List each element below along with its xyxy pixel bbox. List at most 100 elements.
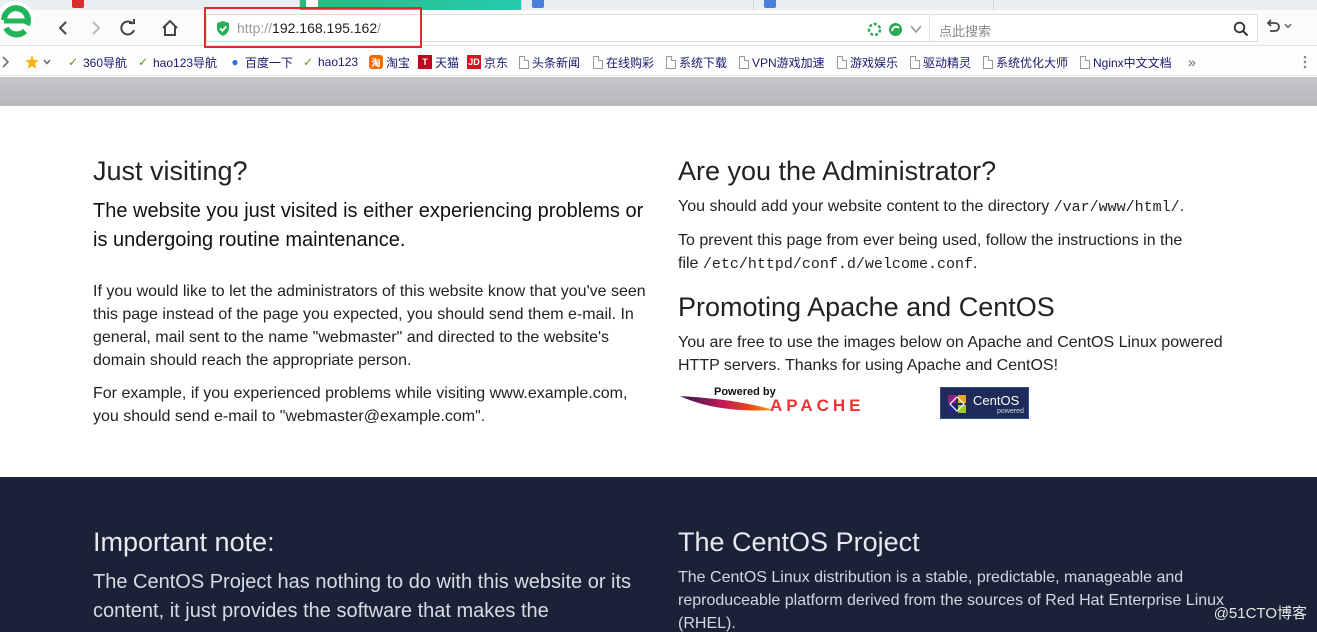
chevron-right-icon xyxy=(2,56,10,68)
bookmark-360-nav[interactable]: ✓ 360导航 xyxy=(66,54,127,70)
tab-favicon-icon xyxy=(532,0,544,8)
bookmark-label: hao123 xyxy=(318,55,359,69)
back-button[interactable] xyxy=(50,15,76,41)
tab-3[interactable] xyxy=(522,0,754,10)
document-icon xyxy=(593,55,603,69)
chevron-down-icon xyxy=(43,59,51,65)
page-footer: Important note: The CentOS Project has n… xyxy=(0,477,1317,632)
apache-word: APACHE xyxy=(770,396,865,415)
visiting-heading: Just visiting? xyxy=(93,156,248,186)
back-arrow-icon xyxy=(58,21,67,35)
forward-button[interactable] xyxy=(83,15,109,41)
favorites-star-button[interactable] xyxy=(24,54,51,70)
speed-mode-icon[interactable] xyxy=(888,22,903,37)
important-note-lead: The CentOS Project has nothing to do wit… xyxy=(93,571,632,622)
address-dropdown-icon[interactable] xyxy=(909,22,923,36)
bookmark-label: 系统优化大师 xyxy=(996,55,1069,70)
bookmark-label: VPN游戏加速 xyxy=(752,55,825,70)
html-directory-path: /var/www/html/ xyxy=(1053,199,1180,216)
tab-1[interactable] xyxy=(60,0,300,10)
visiting-paragraph-1: If you would like to let the administrat… xyxy=(93,283,646,369)
bookmark-lottery[interactable]: 在线购彩 xyxy=(593,54,654,70)
hao-leaf-icon: ✓ xyxy=(302,55,314,69)
bookmark-hao123[interactable]: ✓ hao123 xyxy=(301,54,358,70)
important-note-heading: Important note: xyxy=(93,527,275,557)
centos-powered-text: powered xyxy=(997,408,1024,415)
centos-word: CentOS xyxy=(973,393,1020,408)
url-path: / xyxy=(377,20,382,36)
powered-by-text: Powered by xyxy=(714,386,776,398)
bookmarks-toggle[interactable] xyxy=(2,54,10,70)
document-icon xyxy=(739,55,749,69)
search-icon[interactable] xyxy=(1233,21,1249,37)
more-vertical-icon xyxy=(1303,55,1307,69)
bookmark-optimizer[interactable]: 系统优化大师 xyxy=(983,54,1068,70)
admin-p2-end: . xyxy=(972,255,978,272)
bookmark-toutiao[interactable]: 头条新闻 xyxy=(519,54,580,70)
bookmark-hao123-nav[interactable]: ✓ hao123导航 xyxy=(136,54,217,70)
search-box[interactable]: 点此搜索 xyxy=(930,14,1258,42)
admin-section: Are you the Administrator? You should ad… xyxy=(678,156,1238,422)
bookmark-tmall[interactable]: T 天猫 xyxy=(418,54,459,70)
tab-favicon-icon xyxy=(72,0,84,8)
bookmark-taobao[interactable]: 淘淘宝 xyxy=(369,54,410,70)
welcome-conf-path: /etc/httpd/conf.d/welcome.conf xyxy=(702,256,973,273)
admin-p1-text: You should add your website content to t… xyxy=(678,198,1054,215)
browser-toolbar: http://192.168.195.162/ 点此搜索 xyxy=(0,10,1317,46)
document-icon xyxy=(983,55,993,69)
document-icon xyxy=(837,55,847,69)
undo-close-tab-button[interactable] xyxy=(1264,18,1292,34)
visiting-section: Just visiting? The website you just visi… xyxy=(93,156,653,428)
admin-paragraph-2: To prevent this page from ever being use… xyxy=(678,229,1198,276)
bookmark-label: 驱动精灵 xyxy=(923,55,972,70)
document-icon xyxy=(1080,55,1090,69)
search-placeholder: 点此搜索 xyxy=(939,24,992,39)
bookmark-jd[interactable]: JD 京东 xyxy=(467,54,508,70)
tab-favicon-icon xyxy=(764,0,776,8)
centos-project-paragraph: The CentOS Linux distribution is a stabl… xyxy=(678,569,1225,632)
bookmark-games[interactable]: 游戏娱乐 xyxy=(837,54,898,70)
reload-button[interactable] xyxy=(115,15,141,41)
bookmark-baidu[interactable]: ● 百度一下 xyxy=(228,54,293,70)
url-scheme: http:// xyxy=(237,20,273,36)
bookmark-vpn[interactable]: VPN游戏加速 xyxy=(739,54,825,70)
tab-active[interactable] xyxy=(300,0,522,10)
hao-leaf-icon: ✓ xyxy=(137,55,149,69)
baidu-paw-icon: ● xyxy=(231,55,239,69)
bookmark-label: 系统下载 xyxy=(679,55,728,70)
tab-favicon-icon xyxy=(306,0,318,8)
bookmark-label: 游戏娱乐 xyxy=(850,55,899,70)
address-bar[interactable]: http://192.168.195.162/ xyxy=(206,14,930,42)
powered-by-apache-badge[interactable]: Powered by APACHE xyxy=(678,386,930,418)
tmall-icon: T xyxy=(418,55,432,69)
url-text[interactable]: http://192.168.195.162/ xyxy=(237,20,381,36)
important-note-section: Important note: The CentOS Project has n… xyxy=(93,527,653,626)
chevron-down-icon xyxy=(1284,23,1292,29)
bookmarks-menu-button[interactable] xyxy=(1303,54,1307,70)
tab-4[interactable] xyxy=(754,0,994,10)
url-host: 192.168.195.162 xyxy=(272,20,378,36)
bookmarks-overflow-button[interactable]: » xyxy=(1188,54,1196,70)
page-content: Just visiting? The website you just visi… xyxy=(0,106,1317,477)
bookmark-label: 头条新闻 xyxy=(532,55,581,70)
centos-project-section: The CentOS Project The CentOS Linux dist… xyxy=(678,527,1238,632)
bookmark-label: 在线购彩 xyxy=(606,55,655,70)
page-banner xyxy=(0,77,1317,106)
bookmark-label: 京东 xyxy=(484,55,509,70)
address-actions xyxy=(867,19,923,39)
bookmark-system-download[interactable]: 系统下载 xyxy=(666,54,727,70)
admin-p1-end: . xyxy=(1179,198,1185,215)
security-shield-icon xyxy=(217,21,229,36)
browser-logo-icon[interactable] xyxy=(0,0,40,46)
bookmark-label: 360导航 xyxy=(83,55,128,70)
bookmarks-bar: ✓ 360导航 ✓ hao123导航 ● 百度一下 ✓ hao123 淘淘宝 T 天猫 J… xyxy=(0,47,1317,76)
bookmark-driver[interactable]: 驱动精灵 xyxy=(910,54,971,70)
bookmark-nginx-docs[interactable]: Nginx中文文档 xyxy=(1080,54,1172,70)
promoting-paragraph: You are free to use the images below on … xyxy=(678,334,1223,374)
document-icon xyxy=(666,55,676,69)
centos-powered-badge[interactable]: CentOS powered xyxy=(940,387,1029,419)
compat-mode-icon[interactable] xyxy=(867,22,882,37)
bookmark-label: 百度一下 xyxy=(245,55,294,70)
home-button[interactable] xyxy=(157,15,183,41)
promoting-heading: Promoting Apache and CentOS xyxy=(678,292,1055,322)
